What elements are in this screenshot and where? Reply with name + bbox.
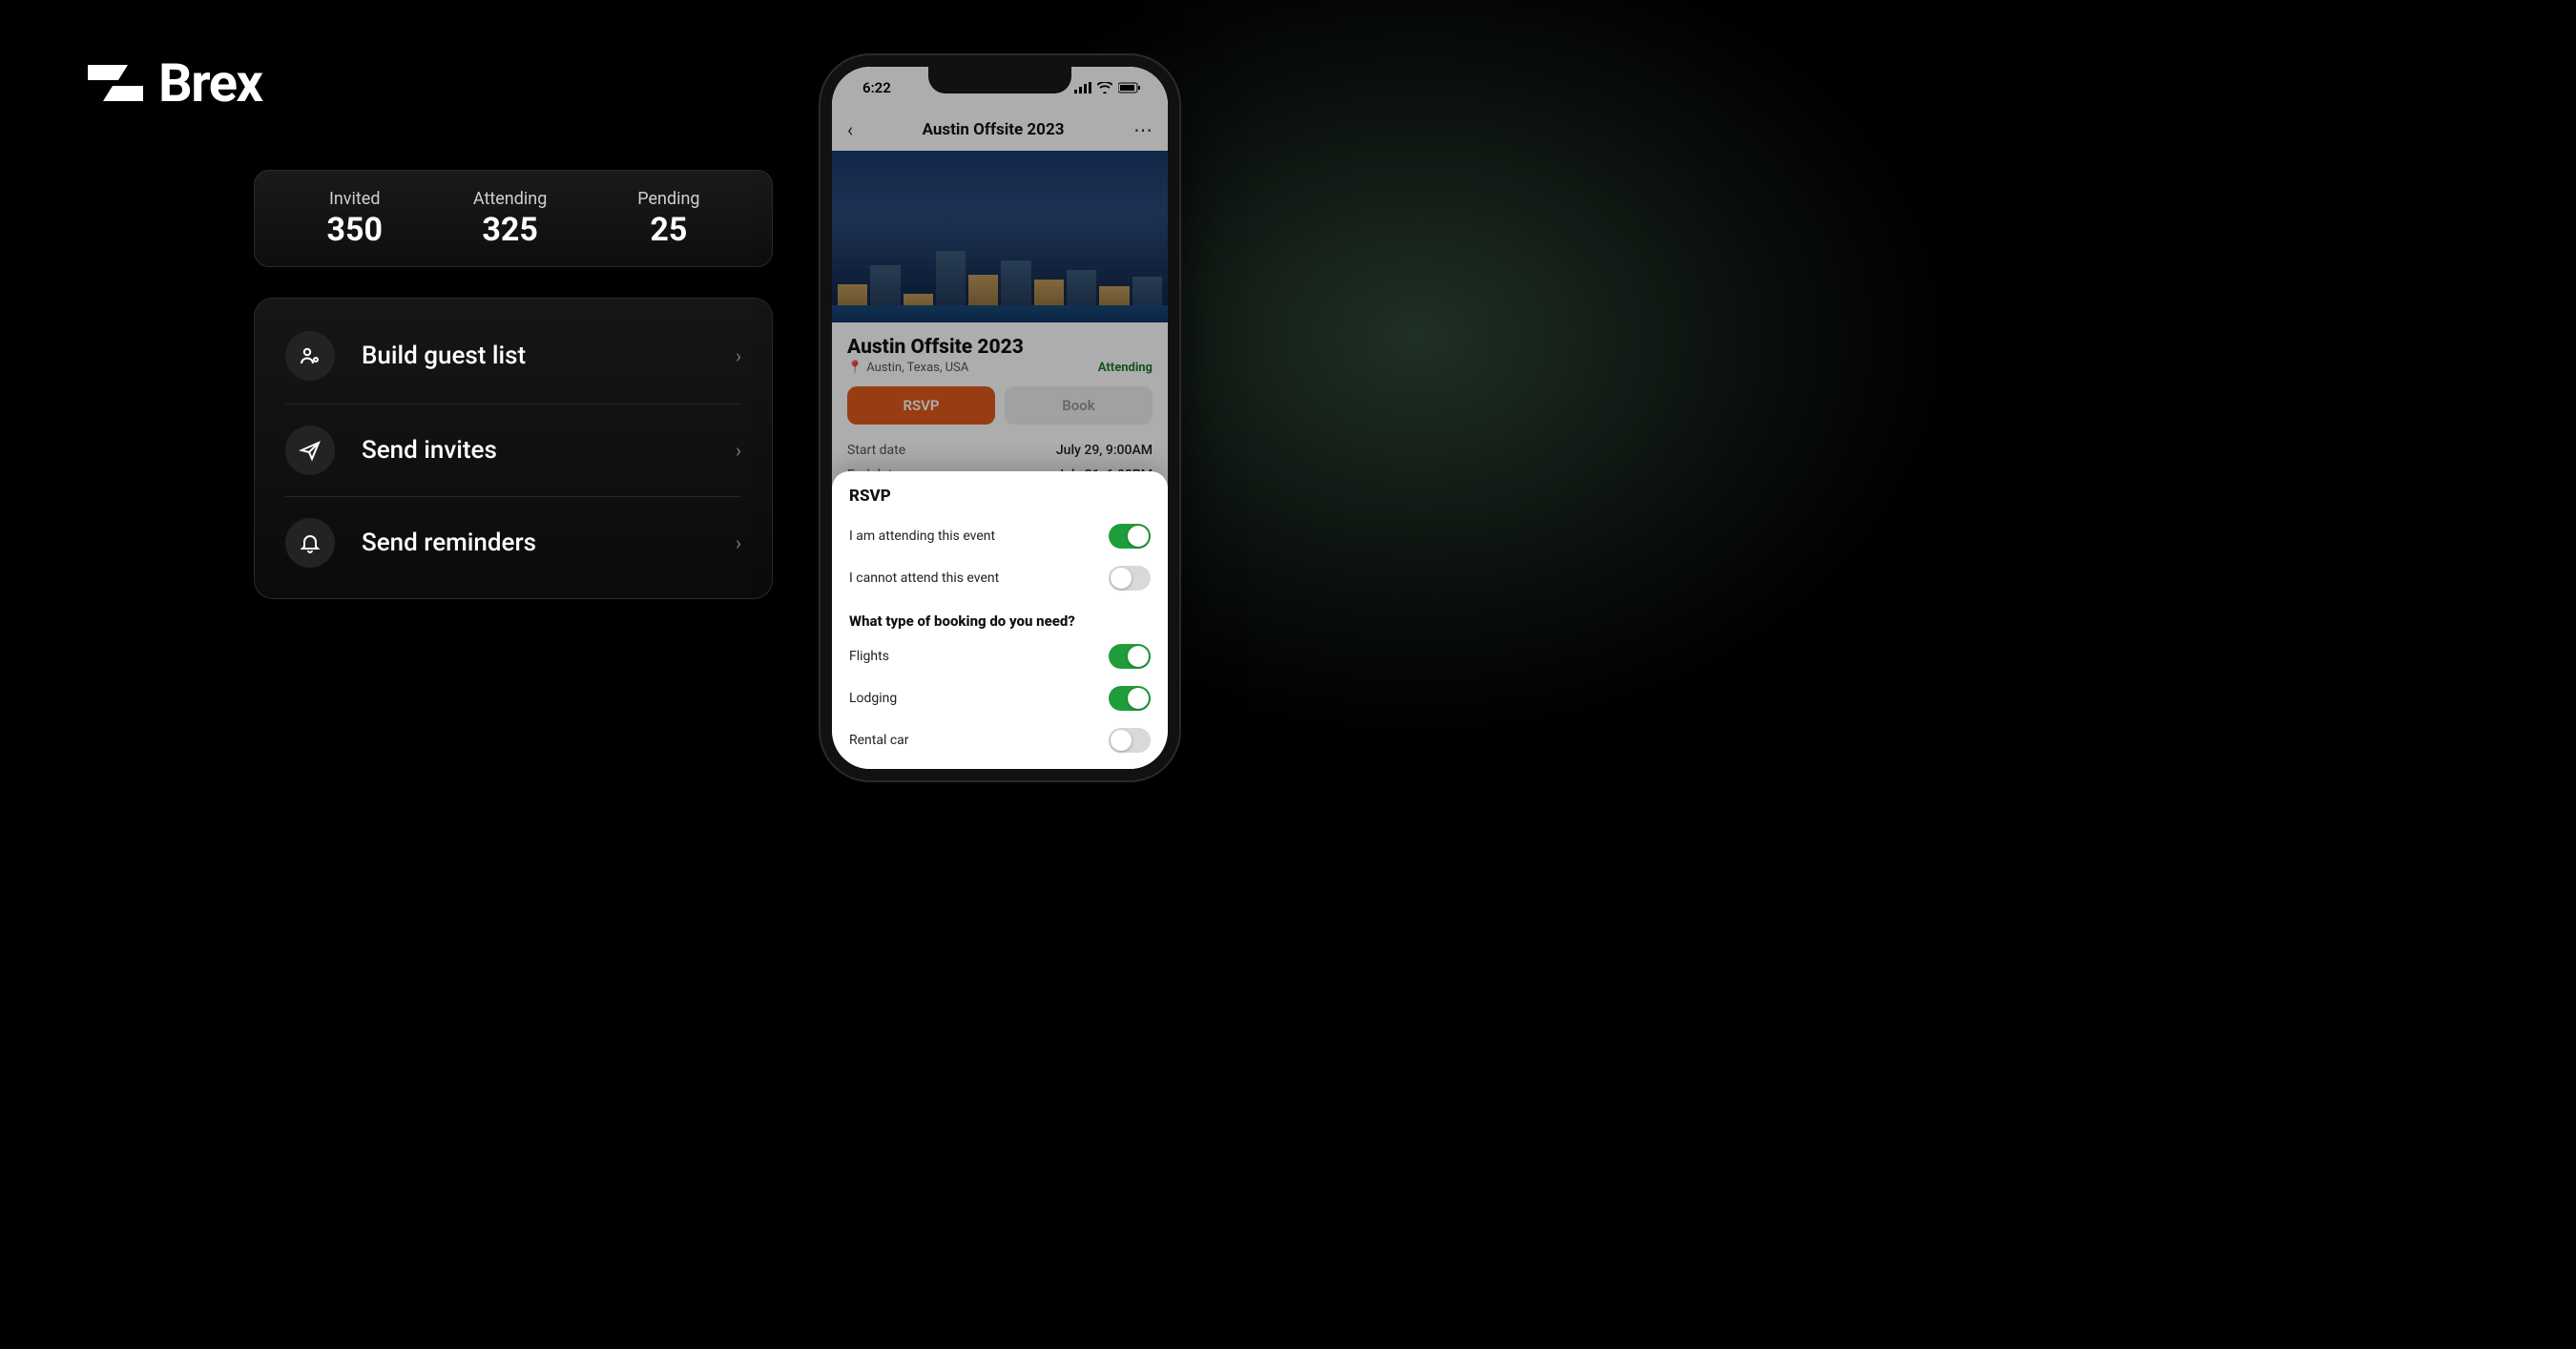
booking-flights-row: Flights: [849, 635, 1151, 677]
actions-card: Build guest list › Send invites › Send r…: [254, 298, 773, 599]
stat-pending-value: 25: [637, 211, 699, 249]
phone-nav-header: ‹ Austin Offsite 2023 ⋯: [832, 109, 1168, 151]
stat-invited: Invited 350: [326, 189, 383, 249]
event-start-row: Start date July 29, 9:00AM: [847, 438, 1153, 463]
rsvp-attending-row: I am attending this event: [849, 515, 1151, 557]
brex-logo: Brex: [86, 52, 261, 114]
rsvp-bottom-sheet: RSVP I am attending this event I cannot …: [832, 471, 1168, 769]
stats-card: Invited 350 Attending 325 Pending 25: [254, 170, 773, 267]
stat-pending-label: Pending: [637, 189, 699, 209]
phone-mockup: 6:22 ‹ Austin Offsite 2023 ⋯ Austin: [821, 55, 1179, 780]
action-send-reminders[interactable]: Send reminders ›: [285, 496, 741, 589]
stat-invited-value: 350: [326, 211, 383, 249]
action-send-invites[interactable]: Send invites ›: [285, 404, 741, 496]
event-location: 📍 Austin, Texas, USA: [847, 361, 968, 375]
pin-icon: 📍: [847, 361, 862, 375]
send-icon: [285, 425, 335, 475]
sheet-title: RSVP: [849, 487, 1151, 506]
booking-flights-toggle[interactable]: [1109, 644, 1151, 669]
event-hero-image: [832, 151, 1168, 332]
rsvp-not-attending-toggle[interactable]: [1109, 566, 1151, 591]
stat-attending: Attending 325: [473, 189, 547, 249]
rsvp-attending-label: I am attending this event: [849, 529, 995, 544]
cellular-icon: [1074, 82, 1091, 93]
event-start-value: July 29, 9:00AM: [1056, 443, 1153, 458]
chevron-right-icon: ›: [736, 439, 741, 462]
tab-rsvp[interactable]: RSVP: [847, 386, 995, 425]
stat-pending: Pending 25: [637, 189, 699, 249]
back-icon[interactable]: ‹: [847, 118, 853, 141]
action-build-guest-list[interactable]: Build guest list ›: [255, 308, 772, 404]
event-location-text: Austin, Texas, USA: [866, 361, 968, 375]
chevron-right-icon: ›: [736, 531, 741, 554]
booking-rental-label: Rental car: [849, 733, 909, 748]
brex-logo-icon: [86, 63, 145, 103]
brex-wordmark: Brex: [158, 52, 261, 114]
battery-icon: [1118, 82, 1141, 93]
booking-lodging-toggle[interactable]: [1109, 686, 1151, 711]
rsvp-not-attending-label: I cannot attend this event: [849, 571, 999, 586]
guest-list-icon: [285, 331, 335, 381]
booking-lodging-label: Lodging: [849, 691, 897, 706]
rsvp-attending-toggle[interactable]: [1109, 524, 1151, 549]
bell-icon: [285, 518, 335, 568]
tab-book[interactable]: Book: [1005, 386, 1153, 425]
rsvp-not-attending-row: I cannot attend this event: [849, 557, 1151, 599]
event-status-badge: Attending: [1098, 361, 1153, 375]
phone-screen: 6:22 ‹ Austin Offsite 2023 ⋯ Austin: [832, 67, 1168, 769]
booking-rental-toggle[interactable]: [1109, 728, 1151, 753]
action-send-invites-label: Send invites: [362, 436, 736, 465]
status-indicators: [1074, 82, 1141, 93]
stat-invited-label: Invited: [326, 189, 383, 209]
booking-rental-row: Rental car: [849, 719, 1151, 761]
chevron-right-icon: ›: [736, 344, 741, 367]
stat-attending-value: 325: [473, 211, 547, 249]
booking-question: What type of booking do you need?: [849, 612, 1151, 630]
event-start-label: Start date: [847, 443, 905, 458]
more-icon[interactable]: ⋯: [1133, 118, 1153, 141]
phone-notch: [928, 67, 1071, 93]
wifi-icon: [1097, 82, 1112, 93]
booking-lodging-row: Lodging: [849, 677, 1151, 719]
status-time: 6:22: [862, 79, 891, 96]
event-title: Austin Offsite 2023: [847, 336, 1153, 359]
stat-attending-label: Attending: [473, 189, 547, 209]
booking-flights-label: Flights: [849, 649, 889, 664]
action-send-reminders-label: Send reminders: [362, 529, 736, 557]
action-build-guest-list-label: Build guest list: [362, 342, 736, 370]
phone-header-title: Austin Offsite 2023: [923, 120, 1065, 139]
